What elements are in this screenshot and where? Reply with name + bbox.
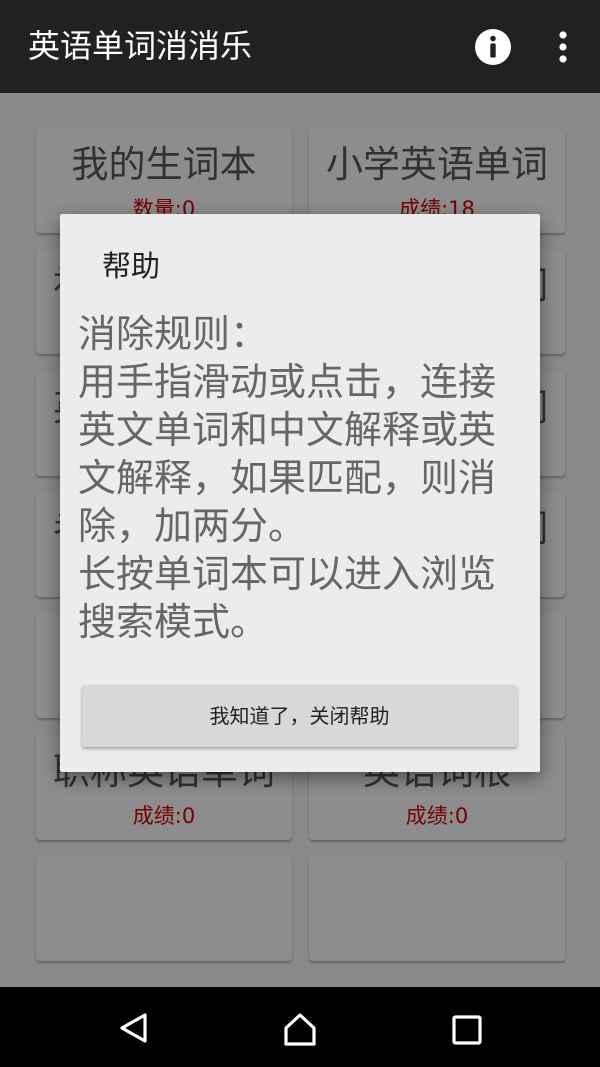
app-title: 英语单词消消乐 <box>28 27 253 65</box>
close-help-button[interactable]: 我知道了，关闭帮助 <box>82 685 517 747</box>
navigation-bar <box>0 987 600 1067</box>
home-icon[interactable] <box>282 1011 318 1047</box>
more-vert-icon[interactable] <box>551 28 575 66</box>
app-bar: 英语单词消消乐 <box>0 0 600 93</box>
dialog-title: 帮助 <box>102 249 161 283</box>
help-dialog: 帮助 消除规则： 用手指滑动或点击，连接英文单词和中文解释或英文解释，如果匹配，… <box>60 214 540 772</box>
info-icon[interactable] <box>474 28 512 66</box>
dialog-message: 消除规则： 用手指滑动或点击，连接英文单词和中文解释或英文解释，如果匹配，则消除… <box>78 312 497 644</box>
recents-icon[interactable] <box>452 1015 482 1045</box>
back-icon[interactable] <box>117 1011 151 1045</box>
